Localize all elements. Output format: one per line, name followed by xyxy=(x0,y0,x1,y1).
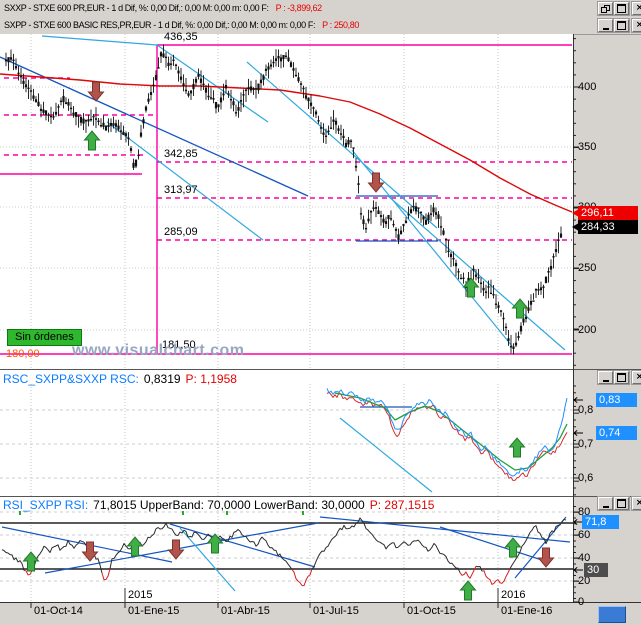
rsc-panel-controls: × xyxy=(597,371,641,384)
rsc-value-badge: 0,83 xyxy=(596,393,637,407)
rsi-y-axis-label: 0 xyxy=(578,596,585,608)
rsi-p-value: P: 287,1515 xyxy=(369,498,435,512)
x-axis-label: 01-Oct-15 xyxy=(407,605,456,617)
watermark: www.visualchart.com xyxy=(72,342,245,359)
x-axis-label: 01-Ene-16 xyxy=(501,605,553,617)
maximize-icon xyxy=(617,373,626,382)
rsc-panel-header: RSC_SXPP&SXXP RSC: 0,8319 P: 1,1958 xyxy=(3,372,237,386)
scroll-corner-button[interactable] xyxy=(598,606,626,623)
price-level-label: 285,09 xyxy=(164,226,198,238)
x-axis-label: 01-Oct-14 xyxy=(34,605,83,617)
rsc-y-axis-label: 0,7 xyxy=(578,438,594,450)
last-price-badge-black: 284,33 xyxy=(578,220,638,234)
main-y-axis-label: 350 xyxy=(578,141,597,153)
rsi-lowerband-badge: 30 xyxy=(584,563,608,577)
orders-status-badge[interactable]: Sin órdenes xyxy=(7,329,82,346)
chart-graphics xyxy=(0,34,641,608)
x-axis-label: 01-Abr-15 xyxy=(221,605,270,617)
close-icon: × xyxy=(635,372,641,382)
price-level-label: 436,35 xyxy=(164,31,198,43)
rsc-indicator-value: 0,8319 xyxy=(143,372,181,386)
close-button[interactable]: × xyxy=(632,371,641,384)
rsi-panel-controls: × xyxy=(597,497,641,510)
price-level-label-180: 180,00 xyxy=(6,348,40,360)
main-y-axis-label: 250 xyxy=(578,262,597,274)
year-label: 2015 xyxy=(128,589,153,601)
price-level-label: 342,85 xyxy=(164,148,198,160)
rsi-panel-header: RSI_SXPP RSI: 71,8015 UpperBand: 70,0000 … xyxy=(3,498,434,512)
rsi-value-badge: 71,8 xyxy=(582,515,619,529)
rsi-y-axis-label: 60 xyxy=(578,529,591,541)
rsc-ma-value-badge: 0,74 xyxy=(596,426,637,440)
rsc-indicator-name: RSC_SXPP&SXXP RSC: xyxy=(3,372,139,386)
rsc-y-axis-label: 0,8 xyxy=(578,404,594,416)
rsc-p-value: P: 1,1958 xyxy=(185,372,237,386)
price-level-label: 313,97 xyxy=(164,184,198,196)
main-y-axis-label: 200 xyxy=(578,324,597,336)
x-axis-label: 01-Jul-15 xyxy=(313,605,359,617)
close-icon: × xyxy=(635,498,641,508)
minimize-icon xyxy=(602,379,609,382)
maximize-button[interactable] xyxy=(614,497,629,510)
x-axis-label: 01-Ene-15 xyxy=(128,605,180,617)
year-label: 2016 xyxy=(501,589,526,601)
last-price-badge-red: 296,11 xyxy=(578,206,638,220)
maximize-icon xyxy=(617,499,626,508)
maximize-button[interactable] xyxy=(614,371,629,384)
rsi-indicator-name: RSI_SXPP RSI: xyxy=(3,498,89,512)
minimize-button[interactable] xyxy=(598,371,613,384)
visual-chart-window: SXXP - STXE 600 PR,EUR - 1 d Dif, %: 0,0… xyxy=(0,0,641,625)
minimize-icon xyxy=(602,505,609,508)
rsc-y-axis-label: 0,6 xyxy=(578,472,594,484)
main-y-axis-label: 400 xyxy=(578,81,597,93)
close-button[interactable]: × xyxy=(632,497,641,510)
minimize-button[interactable] xyxy=(598,497,613,510)
rsi-indicator-values: 71,8015 UpperBand: 70,0000 LowerBand: 30… xyxy=(93,498,365,512)
